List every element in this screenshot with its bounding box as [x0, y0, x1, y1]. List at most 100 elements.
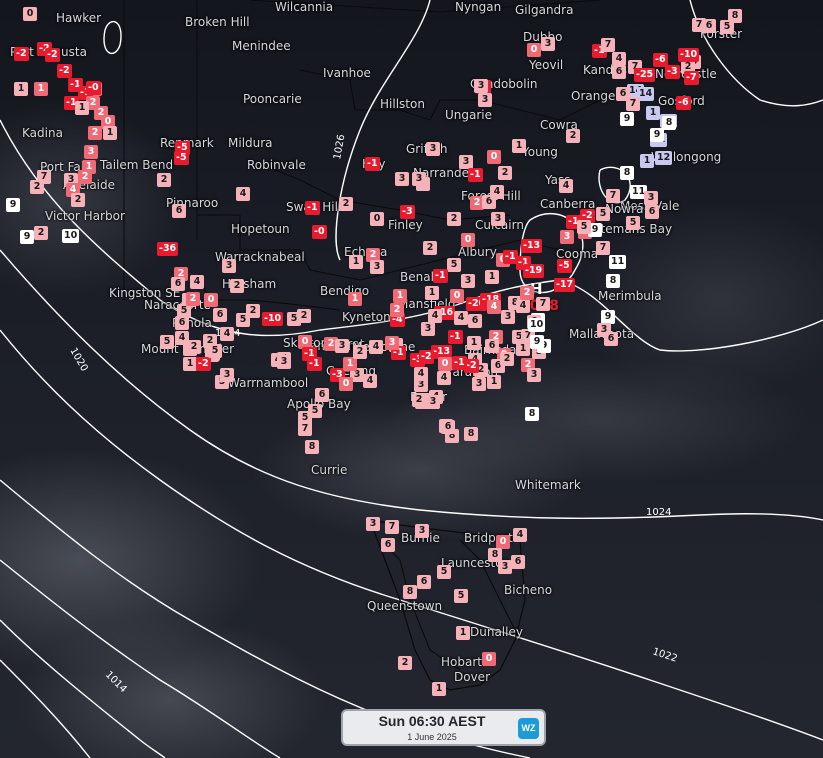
temperature-marker: -10 [678, 48, 700, 62]
temperature-marker: 6 [612, 65, 626, 79]
timestamp-panel: Sun 06:30 AEST 1 June 2025 WZ [341, 709, 546, 746]
place-label: Hawker [56, 11, 102, 25]
place-label: Dunalley [470, 625, 523, 639]
temperature-marker: 7 [606, 189, 620, 203]
temperature-marker: -2 [419, 350, 434, 364]
temperature-marker: 7 [385, 520, 399, 534]
temperature-marker: 3 [474, 79, 488, 93]
place-label: Hillston [380, 97, 425, 111]
temperature-marker: 0 [204, 293, 218, 307]
temperature-marker: 6 [468, 314, 482, 328]
temperature-marker: 3 [527, 368, 541, 382]
temperature-marker: 7 [601, 38, 615, 52]
weather-map: 1026 1024 1020 1024 1022 1014 H 1028 Haw… [0, 0, 823, 758]
temperature-marker: 12 [655, 151, 673, 165]
temperature-marker: 5 [437, 565, 451, 579]
place-label: Queenstown [367, 599, 443, 613]
temperature-marker: 3 [385, 336, 399, 350]
temperature-marker: 8 [464, 427, 478, 441]
temperature-marker: 4 [363, 374, 377, 388]
isobar-1012 [0, 619, 166, 758]
temperature-marker: 6 [315, 388, 329, 402]
temperature-marker: 4 [236, 187, 250, 201]
temperature-marker: 1 [393, 289, 407, 303]
temperature-marker: 0 [482, 652, 496, 666]
temperature-marker: 1 [34, 82, 48, 96]
temperature-marker: -0 [86, 81, 101, 95]
temperature-marker: 2 [423, 241, 437, 255]
temperature-marker: -19 [523, 264, 545, 278]
isobar-label: 1024 [646, 507, 671, 518]
temperature-marker: -13 [521, 239, 543, 253]
temperature-marker: 4 [369, 340, 383, 354]
temperature-marker: 1 [512, 139, 526, 153]
temperature-marker: 6 [171, 277, 185, 291]
temperature-marker: 2 [390, 303, 404, 317]
place-label: Bicheno [504, 583, 553, 597]
temperature-marker: 9 [650, 128, 664, 142]
place-label: Mildura [228, 136, 273, 150]
temperature-marker: 2 [339, 197, 353, 211]
place-label: Gilgandra [515, 3, 574, 17]
temperature-marker: 1 [432, 682, 446, 696]
temperature-marker: 7 [298, 422, 312, 436]
temperature-marker: -1 [433, 269, 448, 283]
temperature-marker: -36 [157, 242, 179, 256]
temperature-marker: 2 [187, 340, 201, 354]
temperature-marker: -1 [468, 168, 483, 182]
weatherzone-logo: WZ [518, 718, 539, 739]
temperature-marker: -10 [262, 312, 284, 326]
temperature-marker: 4 [490, 185, 504, 199]
place-label: Young [522, 145, 558, 159]
temperature-marker: 8 [662, 116, 676, 130]
temperature-marker: 3 [644, 191, 658, 205]
temperature-marker: 7 [536, 297, 550, 311]
temperature-marker: 5 [626, 216, 640, 230]
temperature-marker: 1 [349, 255, 363, 269]
temperature-marker: 5 [454, 589, 468, 603]
temperature-marker: 8 [525, 407, 539, 421]
temperature-marker: 6 [604, 332, 618, 346]
temperature-marker: 0 [370, 212, 384, 226]
place-label: Currie [311, 463, 348, 477]
temperature-marker: 9 [530, 335, 544, 349]
place-label: Victor Harbor [45, 209, 125, 223]
temperature-marker: 3 [491, 212, 505, 226]
temperature-marker: 5 [236, 313, 250, 327]
temperature-marker: 2 [412, 393, 426, 407]
temperature-marker: 1 [456, 626, 470, 640]
temperature-marker: 6 [417, 575, 431, 589]
isobar-sa-ring [103, 20, 122, 55]
place-label: Menindee [232, 39, 291, 53]
place-label: Wilcannia [275, 0, 334, 14]
place-label: Warrnambool [228, 376, 309, 390]
temperature-marker: 8 [305, 440, 319, 454]
temperature-marker: 5 [160, 335, 174, 349]
temperature-marker: 7 [692, 18, 706, 32]
temperature-marker: 6 [645, 205, 659, 219]
temperature-marker: 2 [353, 345, 367, 359]
temperature-marker: 2 [71, 193, 85, 207]
place-label: Pooncarie [243, 92, 302, 106]
temperature-marker: 8 [606, 274, 620, 288]
temperature-marker: 3 [277, 355, 291, 369]
temperature-marker: 4 [220, 327, 234, 341]
place-label: Whitemark [515, 478, 581, 492]
temperature-marker: 3 [472, 377, 486, 391]
place-label: Robinvale [247, 158, 306, 172]
temperature-marker: 4 [487, 300, 501, 314]
temperature-marker: 2 [186, 292, 200, 306]
temperature-marker: 3 [415, 524, 429, 538]
temperature-marker: 0 [438, 357, 452, 371]
temperature-marker: 2 [398, 656, 412, 670]
isobar-label: 1014 [103, 669, 129, 695]
place-label: Hobart [441, 655, 482, 669]
temperature-marker: -1 [448, 330, 463, 344]
temperature-marker: -3 [400, 205, 415, 219]
temperature-marker: 7 [596, 241, 610, 255]
temperature-marker: 4 [612, 52, 626, 66]
temperature-marker: 3 [459, 155, 473, 169]
temperature-marker: 6 [485, 339, 499, 353]
temperature-marker: 2 [498, 166, 512, 180]
temperature-marker: 3 [412, 172, 426, 186]
